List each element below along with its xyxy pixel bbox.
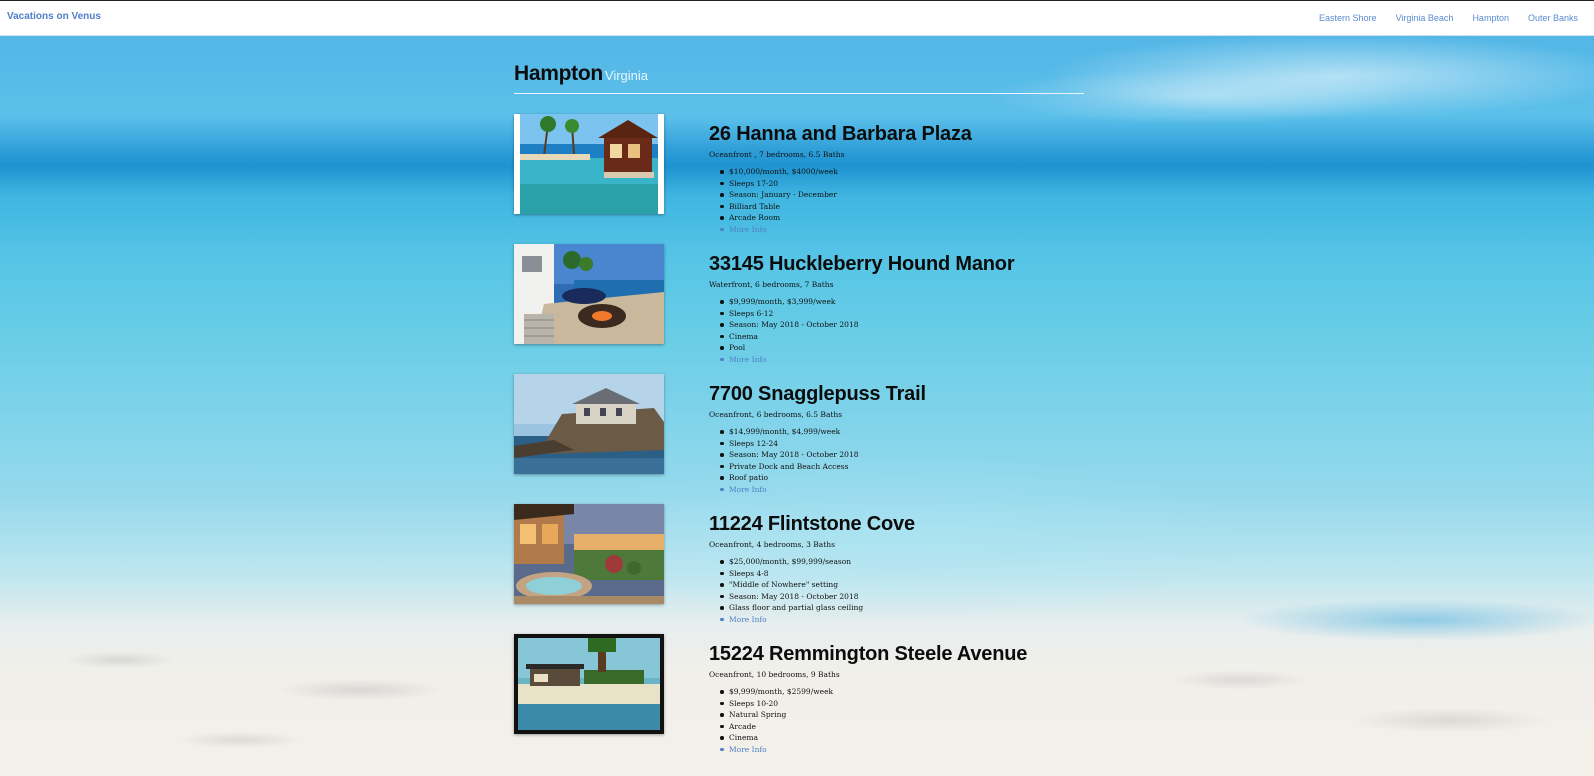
listing-details: 7700 Snagglepuss Trail Oceanfront, 6 bed… — [709, 382, 1089, 495]
feature-item: $25,000/month, $99,999/season — [720, 556, 1089, 568]
feature-item: $9,999/month, $3,999/week — [720, 296, 1089, 308]
feature-item: $9,999/month, $2599/week — [720, 686, 1089, 698]
more-info-item: More Info — [720, 354, 1089, 366]
feature-item: Glass floor and partial glass ceiling — [720, 602, 1089, 614]
feature-item: Arcade Room — [720, 212, 1089, 224]
feature-list: $9,999/month, $3,999/week Sleeps 6-12 Se… — [720, 296, 1089, 366]
listing-photo — [514, 114, 664, 214]
nav-links: Eastern Shore Virginia Beach Hampton Out… — [1319, 13, 1578, 23]
listing-card: 33145 Huckleberry Hound Manor Waterfront… — [514, 244, 1084, 372]
listing-title[interactable]: 7700 Snagglepuss Trail — [709, 382, 1089, 406]
feature-item: Sleeps 17-20 — [720, 178, 1089, 190]
feature-item: Season: May 2018 - October 2018 — [720, 591, 1089, 603]
nav-link-hampton[interactable]: Hampton — [1472, 13, 1509, 23]
feature-item: Roof patio — [720, 472, 1089, 484]
feature-item: Natural Spring — [720, 709, 1089, 721]
feature-list: $9,999/month, $2599/week Sleeps 10-20 Na… — [720, 686, 1089, 756]
feature-item: Season: May 2018 - October 2018 — [720, 319, 1089, 331]
listing-details: 26 Hanna and Barbara Plaza Oceanfront , … — [709, 122, 1089, 235]
listing-title[interactable]: 11224 Flintstone Cove — [709, 512, 1089, 536]
listing-details: 15224 Remmington Steele Avenue Oceanfron… — [709, 642, 1089, 755]
listing-summary: Oceanfront, 4 bedrooms, 3 Baths — [709, 540, 835, 549]
listing-card: 11224 Flintstone Cove Oceanfront, 4 bedr… — [514, 504, 1084, 632]
more-info-link[interactable]: More Info — [729, 355, 767, 364]
listing-title[interactable]: 33145 Huckleberry Hound Manor — [709, 252, 1089, 276]
listing-title[interactable]: 26 Hanna and Barbara Plaza — [709, 122, 1089, 146]
listing-title[interactable]: 15224 Remmington Steele Avenue — [709, 642, 1089, 666]
more-info-link[interactable]: More Info — [729, 485, 767, 494]
page-header: Hampton Virginia — [514, 62, 1084, 94]
page-title-city: Hampton — [514, 62, 603, 85]
page-subtitle-state: Virginia — [604, 68, 649, 83]
listing-summary: Oceanfront , 7 bedrooms, 6.5 Baths — [709, 150, 845, 159]
more-info-item: More Info — [720, 614, 1089, 626]
feature-item: Sleeps 6-12 — [720, 308, 1089, 320]
listing-photo — [514, 374, 664, 474]
listing-details: 11224 Flintstone Cove Oceanfront, 4 bedr… — [709, 512, 1089, 625]
listing-details: 33145 Huckleberry Hound Manor Waterfront… — [709, 252, 1089, 365]
listing-photo — [514, 244, 664, 344]
more-info-item: More Info — [720, 484, 1089, 496]
listing-photo — [514, 504, 664, 604]
more-info-item: More Info — [720, 744, 1089, 756]
listing-summary: Waterfront, 6 bedrooms, 7 Baths — [709, 280, 834, 289]
more-info-link[interactable]: More Info — [729, 745, 767, 754]
feature-list: $10,000/month, $4000/week Sleeps 17-20 S… — [720, 166, 1089, 236]
brand-link[interactable]: Vacations on Venus — [7, 11, 101, 22]
feature-item: Sleeps 12-24 — [720, 438, 1089, 450]
more-info-link[interactable]: More Info — [729, 225, 767, 234]
feature-item: $14,999/month, $4,999/week — [720, 426, 1089, 438]
main-content: Hampton Virginia 26 Hanna and Barbara Pl… — [514, 62, 1084, 754]
listing-photo — [514, 634, 664, 734]
feature-item: Private Dock and Beach Access — [720, 461, 1089, 473]
feature-item: Season: January - December — [720, 189, 1089, 201]
feature-item: Cinema — [720, 331, 1089, 343]
listing-summary: Oceanfront, 10 bedrooms, 9 Baths — [709, 670, 840, 679]
nav-link-outer-banks[interactable]: Outer Banks — [1528, 13, 1578, 23]
feature-item: Sleeps 4-8 — [720, 568, 1089, 580]
feature-item: "Middle of Nowhere" setting — [720, 579, 1089, 591]
listing-summary: Oceanfront, 6 bedrooms, 6.5 Baths — [709, 410, 843, 419]
more-info-link[interactable]: More Info — [729, 615, 767, 624]
feature-item: $10,000/month, $4000/week — [720, 166, 1089, 178]
listing-card: 7700 Snagglepuss Trail Oceanfront, 6 bed… — [514, 374, 1084, 502]
listing-card: 15224 Remmington Steele Avenue Oceanfron… — [514, 634, 1084, 762]
feature-list: $25,000/month, $99,999/season Sleeps 4-8… — [720, 556, 1089, 626]
top-navbar: Vacations on Venus Eastern Shore Virgini… — [0, 0, 1594, 36]
feature-item: Cinema — [720, 732, 1089, 744]
listing-card: 26 Hanna and Barbara Plaza Oceanfront , … — [514, 114, 1084, 242]
feature-list: $14,999/month, $4,999/week Sleeps 12-24 … — [720, 426, 1089, 496]
feature-item: Sleeps 10-20 — [720, 698, 1089, 710]
feature-item: Pool — [720, 342, 1089, 354]
feature-item: Arcade — [720, 721, 1089, 733]
more-info-item: More Info — [720, 224, 1089, 236]
nav-link-eastern-shore[interactable]: Eastern Shore — [1319, 13, 1377, 23]
feature-item: Billiard Table — [720, 201, 1089, 213]
nav-link-virginia-beach[interactable]: Virginia Beach — [1396, 13, 1454, 23]
feature-item: Season: May 2018 - October 2018 — [720, 449, 1089, 461]
